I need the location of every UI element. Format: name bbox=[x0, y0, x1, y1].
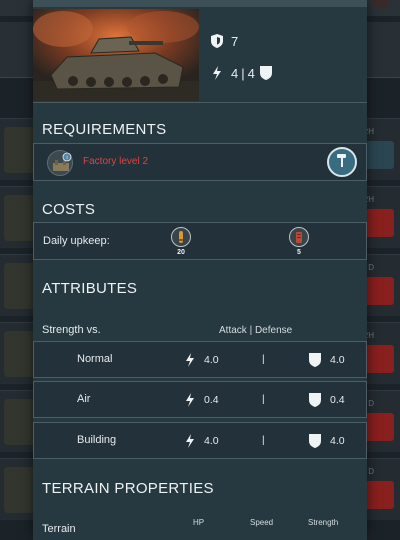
build-requirement-button[interactable] bbox=[327, 147, 357, 177]
background-action-button[interactable] bbox=[364, 345, 394, 373]
divider bbox=[33, 102, 367, 103]
background-row-label: D bbox=[368, 399, 374, 408]
value-separator: | bbox=[262, 435, 265, 446]
attack-value: 4.0 bbox=[204, 354, 219, 366]
attribute-name: Normal bbox=[77, 353, 113, 365]
terrain-column-hp: HP bbox=[193, 518, 205, 527]
unit-image bbox=[33, 9, 199, 101]
attribute-name: Building bbox=[77, 434, 117, 446]
background-action-button[interactable] bbox=[364, 481, 394, 509]
shield-icon bbox=[259, 65, 273, 81]
attribute-row-normal: Normal 4.0 | 4.0 bbox=[33, 341, 367, 378]
attack-value: 4 bbox=[231, 65, 239, 81]
terrain-column-speed: Speed bbox=[250, 518, 274, 527]
attribute-name: Air bbox=[77, 393, 91, 405]
background-row-label: D bbox=[368, 263, 374, 272]
attribute-row-air: Air 0.4 | 0.4 bbox=[33, 381, 367, 418]
terrain-column-strength: Strength bbox=[308, 518, 339, 527]
hammer-icon bbox=[334, 152, 350, 173]
upkeep-value: 20 bbox=[177, 249, 185, 256]
value-separator: | bbox=[262, 354, 265, 365]
strength-vs-label: Strength vs. bbox=[42, 324, 101, 336]
value-separator: | bbox=[262, 394, 265, 405]
requirements-title: REQUIREMENTS bbox=[42, 121, 167, 138]
upkeep-resource: 5 bbox=[288, 227, 310, 256]
defense-value: 4.0 bbox=[330, 354, 345, 366]
unit-stats: 7 4 | 4 bbox=[209, 30, 273, 94]
lightning-icon bbox=[184, 433, 196, 449]
defense-value: 4.0 bbox=[330, 435, 345, 447]
background-action-button[interactable] bbox=[364, 209, 394, 237]
background-row-label: D bbox=[368, 467, 374, 476]
attribute-row-building: Building 4.0 | 4.0 bbox=[33, 422, 367, 459]
requirement-item: i Factory level 2 bbox=[33, 143, 367, 181]
shield-icon bbox=[308, 352, 322, 368]
daily-upkeep-label: Daily upkeep: bbox=[43, 235, 110, 247]
requirement-label: Factory level 2 bbox=[83, 156, 149, 167]
upkeep-value: 5 bbox=[297, 249, 301, 256]
attack-stat: 4 | 4 bbox=[209, 62, 273, 84]
background-action-button[interactable] bbox=[364, 141, 394, 169]
lightning-icon bbox=[184, 352, 196, 368]
attack-value: 4.0 bbox=[204, 435, 219, 447]
lightning-icon bbox=[209, 65, 225, 81]
modal-top-bar bbox=[33, 0, 367, 7]
defense-shield-icon bbox=[209, 33, 225, 49]
attributes-title: ATTRIBUTES bbox=[42, 280, 138, 297]
shield-icon bbox=[308, 433, 322, 449]
upkeep-resource: 20 bbox=[170, 227, 192, 256]
terrain-label: Terrain bbox=[42, 523, 76, 535]
costs-title: COSTS bbox=[42, 201, 96, 218]
attack-value: 0.4 bbox=[204, 394, 219, 406]
daily-upkeep-panel: Daily upkeep: 20 5 bbox=[33, 222, 367, 260]
fuel-icon bbox=[289, 227, 309, 247]
requirement-badge: i bbox=[66, 155, 67, 161]
tank-illustration bbox=[33, 9, 199, 101]
unit-details-modal: 7 4 | 4 REQUIREMENTS i Factory level 2 C… bbox=[33, 0, 367, 540]
factory-icon: i bbox=[47, 150, 73, 176]
background-action-button[interactable] bbox=[364, 277, 394, 305]
attack-defense-header: Attack | Defense bbox=[219, 325, 293, 336]
defense-value: 0.4 bbox=[330, 394, 345, 406]
defense-value: 7 bbox=[231, 33, 239, 49]
background-action-button[interactable] bbox=[364, 413, 394, 441]
shield-icon bbox=[308, 392, 322, 408]
lightning-icon bbox=[184, 392, 196, 408]
stat-separator: | bbox=[241, 65, 245, 81]
ammo-icon bbox=[171, 227, 191, 247]
terrain-title: TERRAIN PROPERTIES bbox=[42, 480, 214, 497]
defense-stat: 7 bbox=[209, 30, 273, 52]
attack-defense-value: 4 bbox=[247, 65, 255, 81]
